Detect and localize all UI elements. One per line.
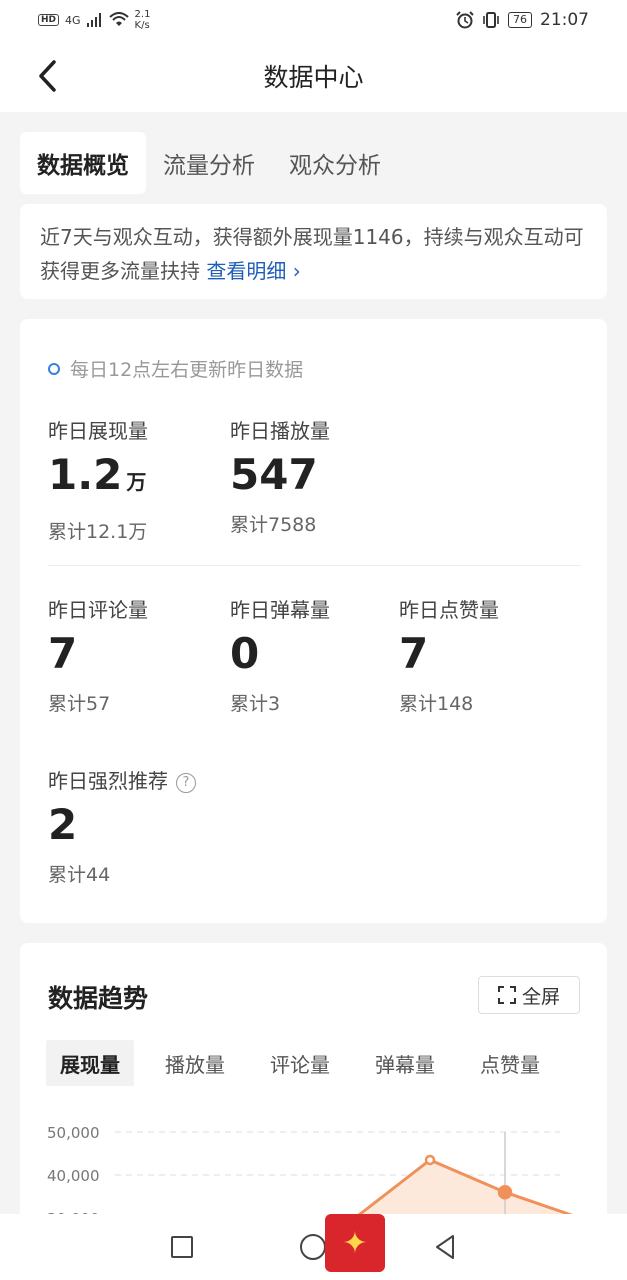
stat-value: 547 (230, 450, 318, 499)
stat-danmaku[interactable]: 昨日弹幕量 0 累计3 (230, 594, 330, 716)
hd-badge: HD (38, 14, 60, 26)
stat-plays[interactable]: 昨日播放量 547 累计7588 (230, 415, 330, 537)
status-bar: HD 4G 2.1 K/s 76 21:07 (0, 0, 627, 40)
battery-icon: 76 (508, 12, 532, 28)
status-left: HD 4G 2.1 K/s (38, 9, 150, 31)
back-triangle-icon[interactable] (433, 1234, 457, 1260)
y-tick-label: 50,000 (47, 1124, 100, 1142)
system-nav-bar (0, 1214, 627, 1280)
clock: 21:07 (540, 10, 589, 30)
signal-icon (86, 13, 101, 27)
metric-tab-likes[interactable]: 点赞量 (466, 1040, 554, 1086)
metric-tab-strong[interactable]: 强 (571, 1040, 580, 1086)
fullscreen-label: 全屏 (521, 985, 560, 1008)
metric-tab-danmaku[interactable]: 弹幕量 (361, 1040, 449, 1086)
network-speed: 2.1 K/s (135, 9, 151, 31)
help-icon[interactable]: ? (176, 772, 196, 793)
divider (48, 565, 581, 566)
speed-value: 2.1 (134, 9, 151, 20)
stats-card: 每日12点左右更新昨日数据 昨日展现量 1.2 万 累计12.1万 昨日播放量 5… (20, 319, 607, 923)
metric-tab-plays[interactable]: 播放量 (151, 1040, 239, 1086)
stat-label: 昨日展现量 (48, 419, 148, 443)
tab-audience[interactable]: 观众分析 (272, 132, 398, 194)
fullscreen-button[interactable]: 全屏 (478, 976, 580, 1014)
tab-overview[interactable]: 数据概览 (20, 132, 146, 194)
page-title: 数据中心 (263, 63, 364, 92)
stat-label: 昨日播放量 (230, 419, 330, 443)
interaction-notice: 近7天与观众互动，获得额外展现量1146，持续与观众互动可获得更多流量扶持 查看… (20, 204, 607, 299)
network-type: 4G (65, 13, 81, 27)
alarm-icon (456, 11, 474, 29)
stat-value: 7 (48, 629, 78, 678)
stat-label: 昨日强烈推荐? (48, 765, 196, 794)
data-point (497, 1184, 513, 1200)
metric-tab-impressions[interactable]: 展现量 (46, 1040, 134, 1086)
stat-total: 累计3 (230, 693, 281, 715)
metric-tabs: 展现量 播放量 评论量 弹幕量 点赞量 强 (46, 1040, 580, 1086)
stat-total: 累计12.1万 (48, 521, 148, 543)
nav-bar: 数据中心 (0, 40, 627, 112)
floating-app-icon[interactable]: ✦ (325, 1214, 385, 1272)
stat-label: 昨日点赞量 (399, 598, 499, 622)
stat-label: 昨日评论量 (48, 598, 148, 622)
series-area (355, 1159, 580, 1218)
stat-value: 2 (48, 800, 78, 849)
stat-total: 累计44 (48, 864, 111, 886)
recent-apps-button[interactable] (171, 1236, 193, 1258)
update-dot-icon (48, 362, 60, 375)
data-point (424, 1154, 436, 1166)
update-note: 每日12点左右更新昨日数据 (48, 355, 303, 382)
stat-likes[interactable]: 昨日点赞量 7 累计148 (399, 594, 499, 716)
tab-traffic[interactable]: 流量分析 (146, 132, 272, 194)
stat-comments[interactable]: 昨日评论量 7 累计57 (48, 594, 148, 716)
stat-total: 累计57 (48, 693, 111, 715)
stat-total: 累计7588 (230, 514, 317, 536)
stat-label: 昨日弹幕量 (230, 598, 330, 622)
fullscreen-icon (497, 986, 516, 1004)
stat-value: 7 (399, 629, 429, 678)
notice-text: 近7天与观众互动，获得额外展现量1146，持续与观众互动可获得更多流量扶持 (40, 225, 584, 283)
stat-impressions[interactable]: 昨日展现量 1.2 万 累计12.1万 (48, 415, 148, 544)
wifi-icon (108, 12, 129, 26)
speed-unit: K/s (134, 20, 150, 31)
back-arrow-icon[interactable] (36, 58, 60, 94)
update-note-text: 每日12点左右更新昨日数据 (70, 359, 304, 381)
vibrate-icon (483, 12, 499, 28)
stat-strong-recommend[interactable]: 昨日强烈推荐? 2 累计44 (48, 765, 196, 887)
y-tick-label: 40,000 (47, 1167, 100, 1185)
stat-total: 累计148 (399, 693, 474, 715)
trend-title: 数据趋势 (48, 984, 149, 1013)
top-tabs: 数据概览 流量分析 观众分析 (20, 132, 398, 194)
view-details-link[interactable]: 查看明细 › (206, 259, 300, 283)
metric-tab-comments[interactable]: 评论量 (256, 1040, 344, 1086)
status-right: 76 21:07 (456, 10, 589, 30)
stat-value: 0 (230, 629, 260, 678)
stat-value: 1.2 万 (48, 450, 147, 499)
home-button[interactable] (300, 1234, 326, 1260)
